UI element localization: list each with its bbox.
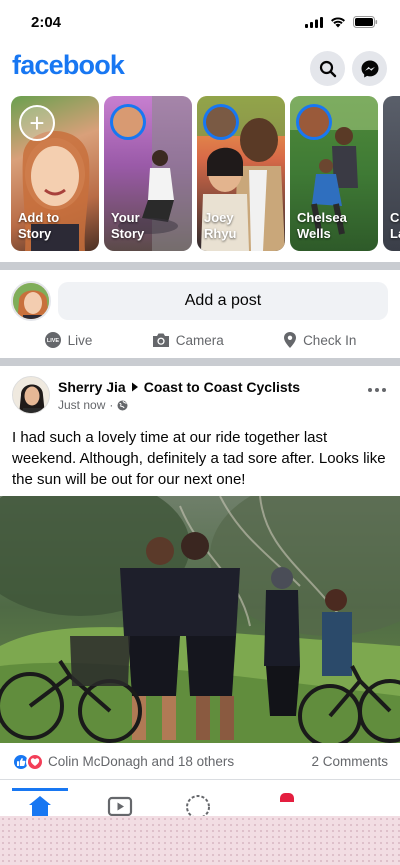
story-card-joey-rhyu[interactable]: Joey Rhyu xyxy=(197,96,285,251)
more-options-button[interactable] xyxy=(368,388,386,392)
story-label: Ch La xyxy=(390,210,400,241)
camera-icon xyxy=(152,333,169,347)
tab-watch[interactable] xyxy=(105,794,135,818)
post-photo[interactable] xyxy=(0,496,400,743)
story-label: Chelsea Wells xyxy=(297,210,347,241)
signal-icon xyxy=(305,16,323,28)
messenger-icon xyxy=(361,60,378,77)
post-author-name[interactable]: Sherry Jia xyxy=(58,379,126,395)
search-icon xyxy=(319,60,336,77)
status-bar: 2:04 xyxy=(0,0,400,46)
story-avatar xyxy=(203,104,239,140)
post-text: I had such a lovely time at our ride tog… xyxy=(12,429,386,488)
story-avatar xyxy=(296,104,332,140)
user-avatar[interactable] xyxy=(11,281,51,321)
camera-label: Camera xyxy=(175,332,224,348)
messenger-button[interactable] xyxy=(352,51,387,86)
live-icon: LIVE xyxy=(44,332,61,348)
story-label: Add to Story xyxy=(18,210,60,241)
profile-icon xyxy=(186,795,210,818)
cyclists-photo xyxy=(0,496,400,743)
story-avatar xyxy=(110,104,146,140)
live-label: Live xyxy=(67,332,93,348)
bottom-tab-bar xyxy=(0,780,400,820)
post-header-title: Sherry Jia Coast to Coast Cyclists xyxy=(58,379,300,395)
section-divider xyxy=(0,262,400,270)
active-tab-indicator xyxy=(12,788,68,791)
story-card-add[interactable]: + Add to Story xyxy=(11,96,99,251)
tab-home[interactable] xyxy=(25,794,55,818)
reactions-bar: Colin McDonagh and 18 others 2 Comments xyxy=(0,745,400,779)
heart-icon xyxy=(30,758,40,766)
post-author-avatar[interactable] xyxy=(12,376,50,414)
thumbs-up-icon xyxy=(17,758,26,766)
check-in-button[interactable]: Check In xyxy=(283,328,356,352)
composer-actions: LIVE Live Camera Check In xyxy=(0,328,400,352)
post-time[interactable]: Just now xyxy=(58,398,105,412)
story-card-chelsea-wells[interactable]: Chelsea Wells xyxy=(290,96,378,251)
post-composer: Add a post LIVE Live Camera Check In xyxy=(0,272,400,358)
home-icon xyxy=(29,796,51,818)
post-group-name[interactable]: Coast to Coast Cyclists xyxy=(144,379,300,395)
camera-button[interactable]: Camera xyxy=(152,328,224,352)
wifi-icon xyxy=(331,17,345,28)
add-post-input[interactable]: Add a post xyxy=(58,282,388,320)
post-meta: Just now · xyxy=(58,398,128,412)
live-button[interactable]: LIVE Live xyxy=(44,328,93,352)
section-divider xyxy=(0,358,400,366)
story-card-partial[interactable]: Ch La xyxy=(383,96,400,251)
arrow-right-icon xyxy=(131,382,138,392)
check-in-label: Check In xyxy=(303,332,357,348)
location-pin-icon xyxy=(284,332,297,348)
status-icons xyxy=(305,16,378,28)
tab-profile[interactable] xyxy=(183,794,213,818)
more-dot xyxy=(368,388,372,392)
meta-separator: · xyxy=(109,398,114,412)
story-label: Joey Rhyu xyxy=(204,210,237,241)
story-label: Your Story xyxy=(111,210,145,241)
bottom-pattern-overlay xyxy=(0,816,400,865)
more-dot xyxy=(382,388,386,392)
globe-icon xyxy=(117,400,128,410)
love-icon xyxy=(26,753,44,771)
reaction-icons[interactable] xyxy=(12,753,44,771)
stories-tray: + Add to Story Your Story Joey Rhyu Chel… xyxy=(0,96,400,252)
add-story-icon: + xyxy=(19,105,55,141)
reactions-text[interactable]: Colin McDonagh and 18 others xyxy=(48,754,234,769)
avatar-photo xyxy=(13,377,49,413)
watch-icon xyxy=(107,796,133,817)
app-header: facebook xyxy=(0,46,400,92)
story-card-your-story[interactable]: Your Story xyxy=(104,96,192,251)
facebook-logo[interactable]: facebook xyxy=(12,50,125,81)
search-button[interactable] xyxy=(310,51,345,86)
avatar-photo xyxy=(13,283,49,319)
svg-text:LIVE: LIVE xyxy=(47,338,60,344)
comments-count[interactable]: 2 Comments xyxy=(311,754,388,769)
notification-badge xyxy=(280,793,294,802)
more-dot xyxy=(375,388,379,392)
battery-icon xyxy=(353,16,378,28)
status-time: 2:04 xyxy=(31,14,62,31)
